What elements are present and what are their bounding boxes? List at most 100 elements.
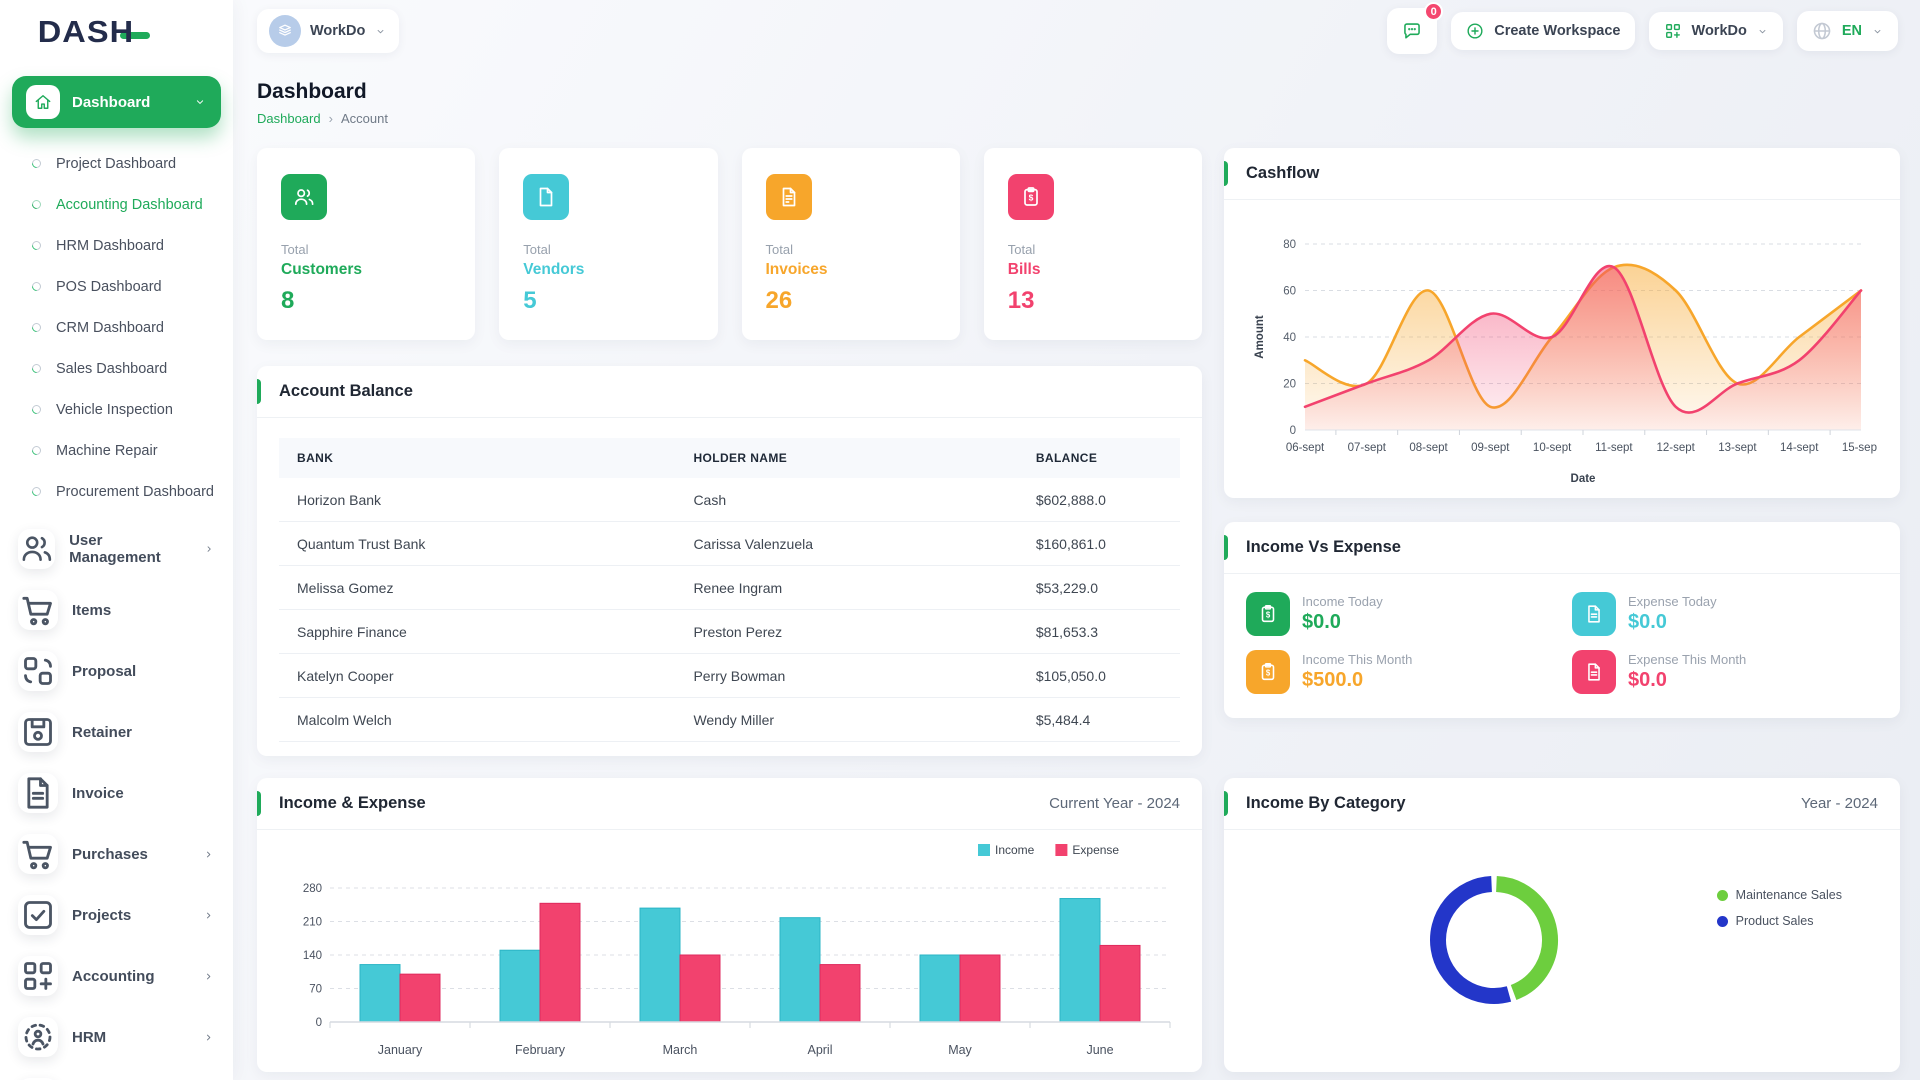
home-icon <box>26 85 60 119</box>
sidebar-item-procurement[interactable]: Procurement <box>12 1072 221 1080</box>
card-header: Account Balance <box>257 366 1202 418</box>
stat-card-bills[interactable]: $ Total Bills 13 <box>984 148 1202 340</box>
income-vs-expense-card: Income Vs Expense $ Income Today $0.0 <box>1224 522 1900 718</box>
table-row[interactable]: Melissa Gomez Renee Ingram $53,229.0 <box>279 566 1180 610</box>
legend-item-maintenance-sales: Maintenance Sales <box>1717 888 1842 902</box>
cell-bank: Sapphire Finance <box>279 610 675 654</box>
bullet-icon <box>30 239 43 252</box>
breadcrumb-link-dashboard[interactable]: Dashboard <box>257 111 321 126</box>
table-row[interactable]: Quantum Trust Bank Carissa Valenzuela $1… <box>279 522 1180 566</box>
chevron-down-icon <box>374 25 387 38</box>
card-header: Cashflow <box>1224 148 1900 200</box>
card-title: Income Vs Expense <box>1246 538 1401 557</box>
stat-card-invoices[interactable]: Total Invoices 26 <box>742 148 960 340</box>
cell-bank: Malcolm Welch <box>279 698 675 742</box>
sidebar-item-projects[interactable]: Projects <box>12 889 221 941</box>
sidebar-item-items[interactable]: Items <box>12 584 221 636</box>
svg-text:08-sept: 08-sept <box>1409 442 1448 454</box>
sidebar-item-label: HRM <box>72 1029 106 1046</box>
right-column-top: Cashflow 02040608006-sept07-sept08-sept0… <box>1224 148 1900 718</box>
create-workspace-button[interactable]: Create Workspace <box>1451 12 1634 50</box>
sidebar-item-dashboard[interactable]: Dashboard <box>12 76 221 128</box>
bullet-icon <box>30 280 43 293</box>
card-title: Income By Category <box>1246 794 1406 813</box>
sidebar-item-accounting[interactable]: Accounting <box>12 950 221 1002</box>
legend-dot-icon <box>1717 890 1728 901</box>
svg-text:$: $ <box>1266 668 1271 677</box>
card-title: Account Balance <box>279 382 413 401</box>
sidebar-subitem-label: Accounting Dashboard <box>56 196 203 215</box>
svg-text:70: 70 <box>309 984 322 996</box>
sidebar-item-proposal[interactable]: Proposal <box>12 645 221 697</box>
bullet-icon <box>30 321 43 334</box>
sidebar-item-label: Retainer <box>72 724 132 741</box>
stat-card-vendors[interactable]: Total Vendors 5 <box>499 148 717 340</box>
sidebar-subitem-sales-dashboard[interactable]: Sales Dashboard <box>12 349 221 390</box>
sidebar-subitem-pos-dashboard[interactable]: POS Dashboard <box>12 267 221 308</box>
svg-text:13-sept: 13-sept <box>1718 442 1757 454</box>
card-title: Cashflow <box>1246 164 1319 183</box>
messages-button[interactable]: 0 <box>1387 8 1437 54</box>
language-label: EN <box>1842 23 1862 39</box>
sidebar-subitem-label: Machine Repair <box>56 442 158 461</box>
vendors-icon <box>523 174 569 220</box>
cell-holder-name: Perry Bowman <box>675 654 1017 698</box>
sidebar-item-invoice[interactable]: Invoice <box>12 767 221 819</box>
stat-top-label: Total <box>523 242 693 257</box>
sidebar-subitem-crm-dashboard[interactable]: CRM Dashboard <box>12 308 221 349</box>
workdo-label: WorkDo <box>1692 23 1747 39</box>
table-row[interactable]: Sapphire Finance Preston Perez $81,653.3 <box>279 610 1180 654</box>
stat-value: 5 <box>523 287 693 315</box>
sidebar-item-user-management[interactable]: User Management <box>12 523 221 575</box>
sidebar-menu: Dashboard Project Dashboard Accounting Da… <box>0 64 233 1080</box>
svg-text:140: 140 <box>302 950 321 962</box>
column-holder-name: HOLDER NAME <box>675 438 1017 478</box>
sidebar-subitem-project-dashboard[interactable]: Project Dashboard <box>12 144 221 185</box>
sidebar-item-label: Projects <box>72 907 131 924</box>
income-by-category-body: Maintenance Sales Product Sales <box>1224 830 1900 1068</box>
workdo-apps-button[interactable]: WorkDo <box>1649 12 1783 50</box>
expense-today-item: Expense Today $0.0 <box>1572 592 1878 636</box>
chevron-down-icon <box>1756 25 1769 38</box>
language-button[interactable]: EN <box>1797 11 1898 51</box>
sidebar-subitem-vehicle-inspection[interactable]: Vehicle Inspection <box>12 390 221 431</box>
table-row[interactable]: Katelyn Cooper Perry Bowman $105,050.0 <box>279 654 1180 698</box>
bullet-icon <box>30 198 43 211</box>
proposal-icon <box>18 651 58 691</box>
projects-icon <box>18 895 58 935</box>
sidebar-item-label: Items <box>72 602 111 619</box>
stat-value: 8 <box>281 287 451 315</box>
apps-grid-icon <box>1663 21 1683 41</box>
table-row[interactable]: Malcolm Welch Wendy Miller $5,484.4 <box>279 698 1180 742</box>
sidebar-item-label: Proposal <box>72 663 136 680</box>
cell-holder-name: Wendy Miller <box>675 698 1017 742</box>
svg-text:January: January <box>377 1043 422 1057</box>
workspace-switcher[interactable]: WorkDo <box>257 9 399 53</box>
income-this-month-icon: $ <box>1246 650 1290 694</box>
cell-holder-name: Preston Perez <box>675 610 1017 654</box>
svg-text:12-sept: 12-sept <box>1656 442 1695 454</box>
ive-value: $0.0 <box>1302 611 1383 634</box>
logo[interactable]: DASH <box>0 0 233 64</box>
sidebar-subitem-procurement-dashboard[interactable]: Procurement Dashboard <box>12 472 221 513</box>
sidebar: DASH Dashboard Project Dashboard Accounti… <box>0 0 233 1080</box>
sidebar-item-label: Invoice <box>72 785 124 802</box>
svg-text:0: 0 <box>315 1017 321 1029</box>
cell-bank: Quantum Trust Bank <box>279 522 675 566</box>
sidebar-subitem-label: POS Dashboard <box>56 278 162 297</box>
stat-card-customers[interactable]: Total Customers 8 <box>257 148 475 340</box>
table-row[interactable]: Horizon Bank Cash $602,888.0 <box>279 478 1180 522</box>
sidebar-subitem-hrm-dashboard[interactable]: HRM Dashboard <box>12 226 221 267</box>
legend-item-product-sales: Product Sales <box>1717 914 1842 928</box>
cell-bank: Katelyn Cooper <box>279 654 675 698</box>
sidebar-subitem-accounting-dashboard[interactable]: Accounting Dashboard <box>12 185 221 226</box>
sidebar-item-retainer[interactable]: Retainer <box>12 706 221 758</box>
sidebar-item-hrm[interactable]: HRM <box>12 1011 221 1063</box>
sidebar-subitem-machine-repair[interactable]: Machine Repair <box>12 431 221 472</box>
sidebar-main-menu: User Management Items Proposal Retainer Invo… <box>12 523 221 1080</box>
card-header: Income By Category Year - 2024 <box>1224 778 1900 830</box>
user-management-icon <box>18 529 55 569</box>
ive-label: Income This Month <box>1302 652 1412 667</box>
svg-text:March: March <box>662 1043 697 1057</box>
sidebar-item-purchases[interactable]: Purchases <box>12 828 221 880</box>
